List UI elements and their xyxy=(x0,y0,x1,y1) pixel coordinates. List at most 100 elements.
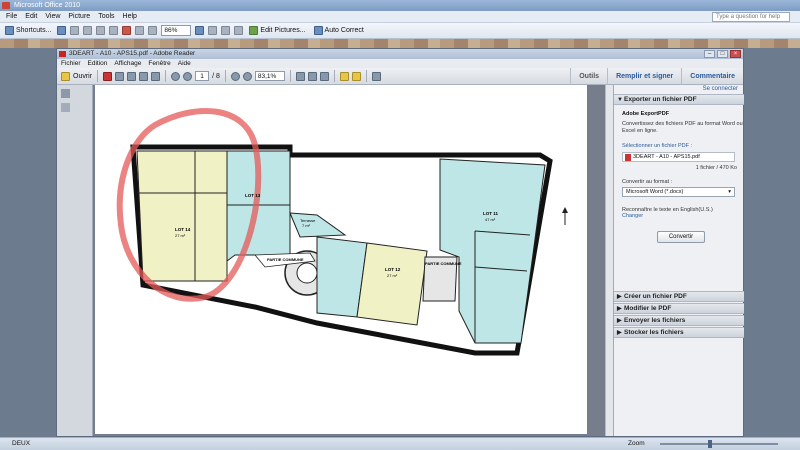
edit-pictures-button[interactable]: Edit Pictures... xyxy=(247,25,307,37)
help-icon[interactable] xyxy=(195,26,205,35)
edit-pictures-label: Edit Pictures... xyxy=(260,27,306,34)
menu-file[interactable]: File xyxy=(6,13,17,20)
office-title-bar: Microsoft Office 2010 xyxy=(0,0,800,11)
partie-commune-2-label: PARTIE COMMUNE xyxy=(425,261,462,266)
convert-to-label: Convertir au format : xyxy=(622,179,673,185)
email-icon[interactable] xyxy=(83,26,93,35)
acro-menu-fichier[interactable]: Fichier xyxy=(61,59,81,68)
comment-icon[interactable] xyxy=(339,71,349,81)
tab-outils[interactable]: Outils xyxy=(570,68,607,85)
redo-icon[interactable] xyxy=(148,26,158,35)
fit-page-icon[interactable] xyxy=(295,71,305,81)
collapsed-arrow-icon: ▶ xyxy=(617,306,622,312)
close-icon[interactable]: × xyxy=(730,50,741,58)
collapsed-arrow-icon: ▶ xyxy=(617,318,622,324)
menu-view[interactable]: View xyxy=(45,13,60,20)
store-files-label: Stocker les fichiers xyxy=(624,329,684,336)
menu-tools[interactable]: Tools xyxy=(98,13,114,20)
acro-zoom-select[interactable]: 83,1% xyxy=(254,71,285,81)
acro-menu-affichage[interactable]: Affichage xyxy=(114,59,141,68)
zoom-label: Zoom xyxy=(628,440,645,447)
email-pdf-icon[interactable] xyxy=(139,71,149,81)
connect-link[interactable]: Se connecter xyxy=(703,86,738,92)
menu-picture[interactable]: Picture xyxy=(68,13,90,20)
open-folder-icon[interactable] xyxy=(61,71,70,81)
save-icon[interactable] xyxy=(57,26,67,35)
read-mode-icon[interactable] xyxy=(319,71,329,81)
change-language-link[interactable]: Changer xyxy=(622,213,643,219)
tab-remplir-signer[interactable]: Remplir et signer xyxy=(607,68,681,85)
cut-icon[interactable] xyxy=(96,26,106,35)
menu-edit[interactable]: Edit xyxy=(25,13,37,20)
highlight-icon[interactable] xyxy=(351,71,361,81)
menu-help[interactable]: Help xyxy=(123,13,137,20)
edit-pdf-section[interactable]: ▶ Modifier le PDF xyxy=(614,303,744,314)
auto-correct-label: Auto Correct xyxy=(324,27,364,34)
acro-task-tabs: Outils Remplir et signer Commentaire xyxy=(570,68,743,85)
fit-width-icon[interactable] xyxy=(307,71,317,81)
shortcuts-icon xyxy=(5,26,14,35)
maximize-icon[interactable]: □ xyxy=(717,50,728,58)
lot11-area-label: 47 m² xyxy=(485,217,496,222)
convert-button[interactable]: Convertir xyxy=(657,231,705,243)
acro-menu-edition[interactable]: Edition xyxy=(88,59,108,68)
status-bar: DEUX Zoom xyxy=(0,437,800,450)
zoom-out-icon[interactable] xyxy=(230,71,240,81)
fit-icon[interactable] xyxy=(208,26,218,35)
lot14-label: LOT 14 xyxy=(175,227,191,232)
open-button[interactable]: Ouvrir xyxy=(73,73,92,80)
office-app-icon xyxy=(2,2,10,9)
acro-menu-aide[interactable]: Aide xyxy=(178,59,191,68)
export-pdf-section[interactable]: ▼ Exporter un fichier PDF xyxy=(614,94,744,105)
lot14-area xyxy=(136,150,228,282)
undo-icon[interactable] xyxy=(135,26,145,35)
create-pdf-section[interactable]: ▶ Créer un fichier PDF xyxy=(614,291,744,302)
prev-page-icon[interactable] xyxy=(171,71,181,81)
print-icon[interactable] xyxy=(70,26,80,35)
format-select[interactable]: Microsoft Word (*.docx) ▾ xyxy=(622,187,735,197)
collapsed-arrow-icon: ▶ xyxy=(617,294,622,300)
zoom-in-icon[interactable] xyxy=(242,71,252,81)
save-pdf-icon[interactable] xyxy=(115,71,125,81)
next-page-icon[interactable] xyxy=(183,71,193,81)
pdf-app-icon xyxy=(59,51,66,57)
acro-menu-fenetre[interactable]: Fenêtre xyxy=(148,59,170,68)
acrobat-menubar: Fichier Edition Affichage Fenêtre Aide xyxy=(57,59,743,68)
copy-icon[interactable] xyxy=(109,26,119,35)
print-pdf-icon[interactable] xyxy=(127,71,137,81)
minimize-icon[interactable]: – xyxy=(704,50,715,58)
share-icon[interactable] xyxy=(151,71,161,81)
file-count: 1 fichier / 470 Ko xyxy=(695,165,737,171)
store-files-section[interactable]: ▶ Stocker les fichiers xyxy=(614,327,744,338)
page-number-input[interactable]: 1 xyxy=(195,71,210,81)
zoom-select[interactable]: 86% xyxy=(161,25,192,36)
auto-correct-icon xyxy=(313,26,323,35)
selected-file[interactable]: 3DEART - A10 - APS15.pdf xyxy=(622,152,735,162)
lot13-label: LOT 13 xyxy=(245,193,261,198)
zoom-slider[interactable] xyxy=(660,443,778,445)
acrobat-title: 3DEART - A10 - APS15.pdf - Adobe Reader xyxy=(69,50,196,57)
zoom-slider-thumb[interactable] xyxy=(708,440,712,448)
office-toolbar: Shortcuts... 86% Edit Pictures... Auto C… xyxy=(0,23,800,39)
page-thumbnails-icon[interactable] xyxy=(61,89,70,98)
expand-icon[interactable] xyxy=(371,71,381,81)
create-pdf-icon[interactable] xyxy=(103,71,113,81)
tab-commentaire[interactable]: Commentaire xyxy=(681,68,743,85)
floor-plan: LOT 14 27 m² LOT 13 Terrasse 7 m² PARTIE… xyxy=(116,108,568,356)
rotate-right-icon[interactable] xyxy=(234,26,244,35)
vertical-scrollbar[interactable] xyxy=(605,85,613,436)
help-search-input[interactable]: Type a question for help xyxy=(712,12,790,22)
toolbar-separator xyxy=(224,70,226,82)
service-desc-line2: Excel en ligne. xyxy=(622,128,658,134)
auto-correct-button[interactable]: Auto Correct xyxy=(312,25,366,37)
office-title: Microsoft Office 2010 xyxy=(14,2,81,9)
rotate-left-icon[interactable] xyxy=(221,26,231,35)
shortcuts-button[interactable]: Shortcuts... xyxy=(3,25,53,37)
north-arrow-head xyxy=(562,207,568,213)
background-photo-strip xyxy=(0,39,800,48)
attachments-icon[interactable] xyxy=(61,103,70,112)
pdf-file-icon xyxy=(625,154,631,161)
send-files-section[interactable]: ▶ Envoyer les fichiers xyxy=(614,315,744,326)
delete-icon[interactable] xyxy=(122,26,132,35)
lot12-area xyxy=(356,242,428,326)
